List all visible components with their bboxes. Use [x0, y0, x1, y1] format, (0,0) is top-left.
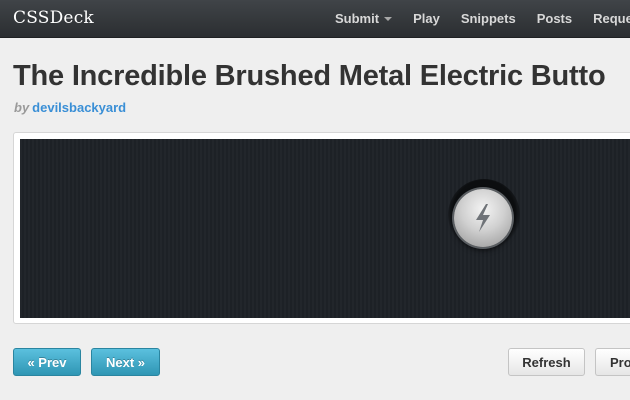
- nav-submit-label: Submit: [335, 11, 380, 26]
- brand-logo[interactable]: CSSDeck: [13, 8, 94, 28]
- preview-stage: [20, 139, 630, 318]
- byline-prefix: by: [14, 100, 30, 115]
- nav-requests[interactable]: Reques: [593, 0, 630, 37]
- preview-frame: [13, 132, 630, 324]
- next-button[interactable]: Next »: [91, 348, 160, 376]
- refresh-button[interactable]: Refresh: [508, 348, 585, 376]
- nav-play[interactable]: Play: [413, 0, 440, 37]
- author-link[interactable]: devilsbackyard: [32, 100, 126, 115]
- nav-menu: Submit Play Snippets Posts Reques: [335, 0, 630, 37]
- page-title: The Incredible Brushed Metal Electric Bu…: [13, 60, 606, 92]
- prev-button[interactable]: « Prev: [13, 348, 81, 376]
- lightning-bolt-icon: [476, 204, 490, 232]
- nav-posts[interactable]: Posts: [537, 0, 572, 37]
- nav-submit[interactable]: Submit: [335, 0, 393, 37]
- partial-button[interactable]: Pro: [595, 348, 630, 376]
- electric-power-button[interactable]: [454, 189, 512, 247]
- nav-snippets[interactable]: Snippets: [461, 0, 516, 37]
- top-navbar: CSSDeck Submit Play Snippets Posts Reque…: [0, 0, 630, 38]
- chevron-down-icon: [384, 17, 393, 21]
- byline: by devilsbackyard: [14, 100, 126, 115]
